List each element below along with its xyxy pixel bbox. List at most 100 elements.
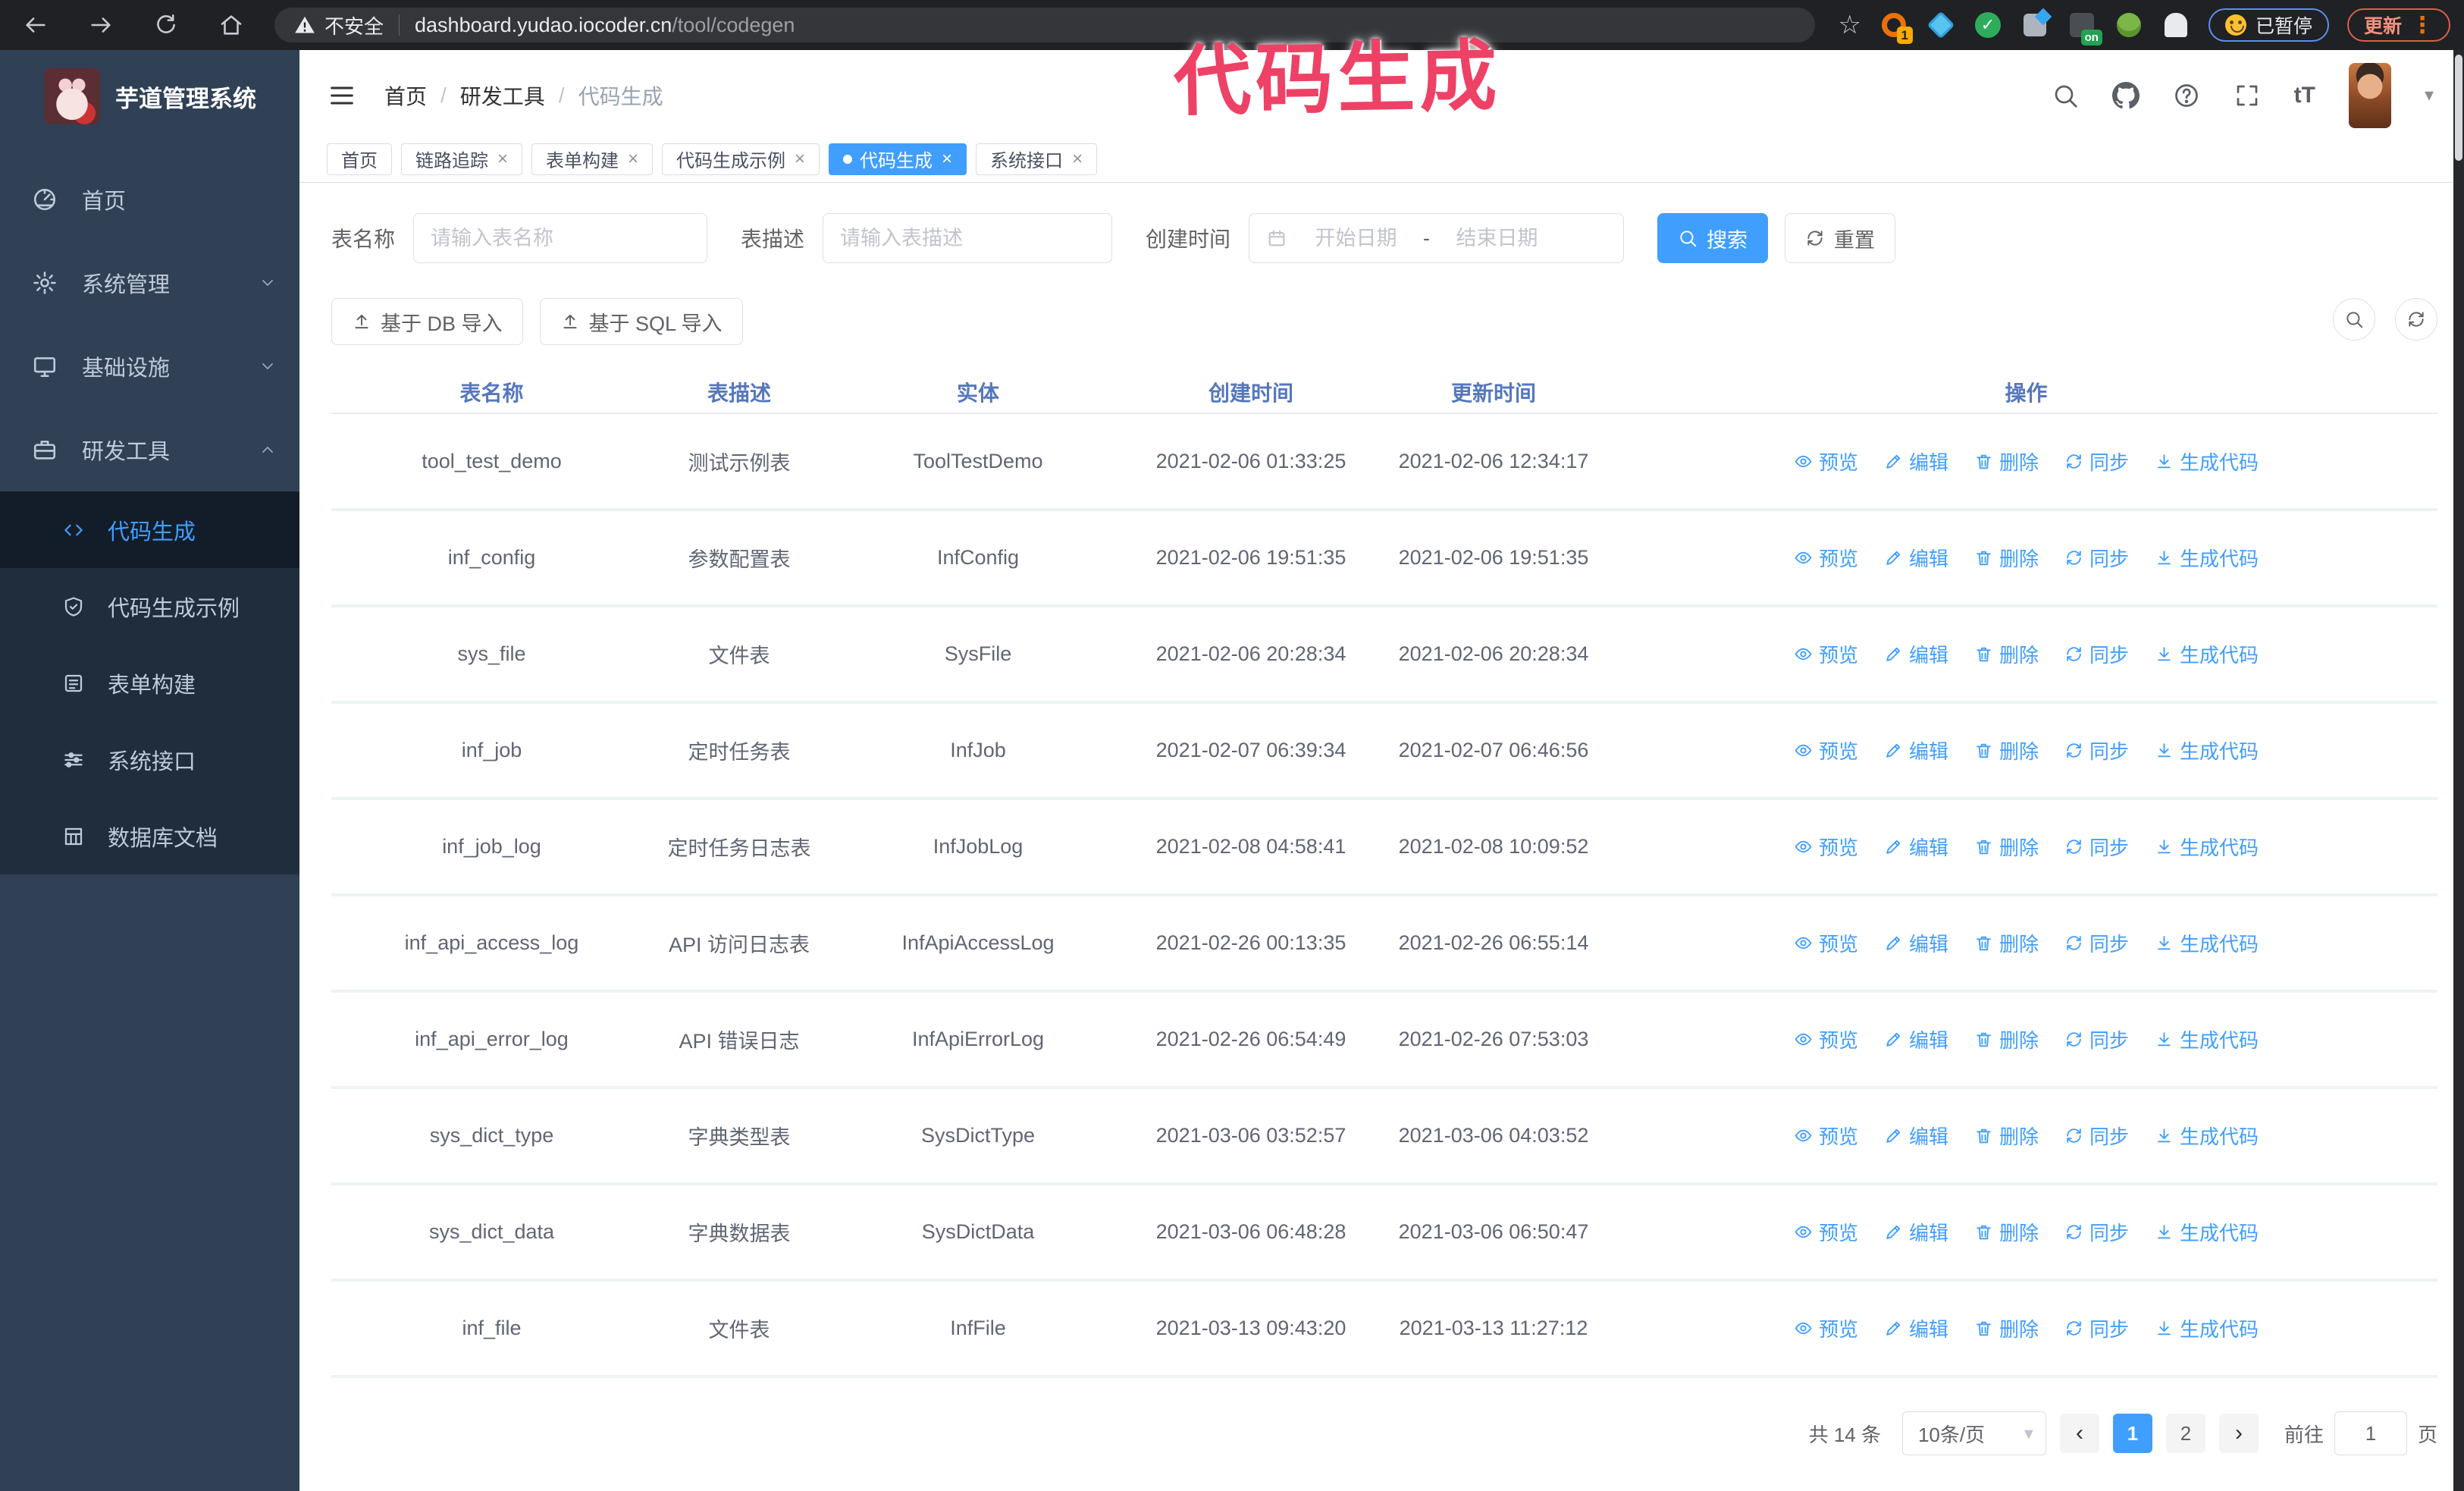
generate-code-link[interactable]: 生成代码 xyxy=(2155,1314,2259,1342)
sidebar-item-system[interactable]: 系统管理 xyxy=(0,241,299,325)
fullscreen-icon[interactable] xyxy=(2234,82,2261,109)
edit-link[interactable]: 编辑 xyxy=(1884,640,1948,668)
paused-badge[interactable]: 已暂停 xyxy=(2208,8,2329,42)
delete-link[interactable]: 删除 xyxy=(1974,929,2039,957)
start-date-input[interactable] xyxy=(1293,226,1419,250)
delete-link[interactable]: 删除 xyxy=(1974,736,2039,764)
generate-code-link[interactable]: 生成代码 xyxy=(2155,1122,2259,1150)
reload-icon[interactable] xyxy=(153,12,179,38)
tab-tracing[interactable]: 链路追踪 × xyxy=(401,143,523,175)
table-desc-input[interactable] xyxy=(823,213,1113,263)
close-icon[interactable]: × xyxy=(497,149,508,168)
close-icon[interactable]: × xyxy=(628,149,638,168)
tab-codegen[interactable]: 代码生成 × xyxy=(829,143,967,175)
refresh-table-button[interactable] xyxy=(2395,298,2437,341)
tab-system-api[interactable]: 系统接口 × xyxy=(976,143,1098,175)
address-bar[interactable]: 不安全 dashboard.yudao.iocoder.cn /tool/cod… xyxy=(274,8,1816,42)
generate-code-link[interactable]: 生成代码 xyxy=(2155,929,2259,957)
breadcrumb-home[interactable]: 首页 xyxy=(384,80,427,111)
help-icon[interactable] xyxy=(2173,82,2200,109)
sidebar-item-home[interactable]: 首页 xyxy=(0,158,299,241)
next-page-button[interactable]: › xyxy=(2218,1414,2259,1453)
sync-link[interactable]: 同步 xyxy=(2064,833,2129,861)
delete-link[interactable]: 删除 xyxy=(1974,1025,2039,1053)
search-button[interactable]: 搜索 xyxy=(1657,213,1769,263)
breadcrumb-devtools[interactable]: 研发工具 xyxy=(460,80,545,111)
sidebar-item-codegen-demo[interactable]: 代码生成示例 xyxy=(0,568,299,645)
close-icon[interactable]: × xyxy=(1072,149,1083,168)
preview-link[interactable]: 预览 xyxy=(1794,929,1858,957)
end-date-input[interactable] xyxy=(1434,226,1560,250)
generate-code-link[interactable]: 生成代码 xyxy=(2155,833,2259,861)
edit-link[interactable]: 编辑 xyxy=(1884,1314,1948,1342)
forward-icon[interactable] xyxy=(88,12,114,38)
close-icon[interactable]: × xyxy=(795,149,805,168)
sync-link[interactable]: 同步 xyxy=(2064,929,2129,957)
generate-code-link[interactable]: 生成代码 xyxy=(2155,544,2259,572)
generate-code-link[interactable]: 生成代码 xyxy=(2155,736,2259,764)
tab-form-builder[interactable]: 表单构建 × xyxy=(531,143,654,175)
sidebar-item-devtools[interactable]: 研发工具 xyxy=(0,408,299,491)
extension-icon-grid[interactable] xyxy=(2020,11,2049,39)
reset-button[interactable]: 重置 xyxy=(1785,213,1896,263)
edit-link[interactable]: 编辑 xyxy=(1884,1218,1948,1246)
font-size-icon[interactable]: tT xyxy=(2294,83,2315,108)
extension-icon-gem[interactable] xyxy=(1926,11,1955,39)
sync-link[interactable]: 同步 xyxy=(2064,544,2129,572)
edit-link[interactable]: 编辑 xyxy=(1884,1122,1948,1150)
edit-link[interactable]: 编辑 xyxy=(1884,833,1948,861)
page-number-1[interactable]: 1 xyxy=(2112,1414,2152,1453)
sidebar-item-db-doc[interactable]: 数据库文档 xyxy=(0,798,299,874)
page-number-2[interactable]: 2 xyxy=(2165,1414,2205,1453)
edit-link[interactable]: 编辑 xyxy=(1884,736,1948,764)
security-label[interactable]: 不安全 xyxy=(324,11,384,39)
sync-link[interactable]: 同步 xyxy=(2064,640,2129,668)
sync-link[interactable]: 同步 xyxy=(2064,1025,2129,1053)
extension-icon-dark[interactable]: on xyxy=(2067,11,2102,46)
generate-code-link[interactable]: 生成代码 xyxy=(2155,1218,2259,1246)
edit-link[interactable]: 编辑 xyxy=(1884,1025,1948,1053)
preview-link[interactable]: 预览 xyxy=(1794,1025,1858,1053)
sync-link[interactable]: 同步 xyxy=(2064,1314,2129,1342)
back-icon[interactable] xyxy=(23,12,49,38)
table-name-input[interactable] xyxy=(413,213,708,263)
prev-page-button[interactable]: ‹ xyxy=(2059,1414,2099,1453)
sync-link[interactable]: 同步 xyxy=(2064,736,2129,764)
extension-icon-ghost[interactable] xyxy=(2161,11,2190,39)
delete-link[interactable]: 删除 xyxy=(1974,833,2039,861)
db-import-button[interactable]: 基于 DB 导入 xyxy=(331,298,523,345)
goto-page-input[interactable] xyxy=(2334,1411,2407,1455)
home-icon[interactable] xyxy=(218,12,244,38)
avatar[interactable] xyxy=(2348,62,2391,128)
sync-link[interactable]: 同步 xyxy=(2064,1218,2129,1246)
delete-link[interactable]: 删除 xyxy=(1974,1218,2039,1246)
page-scrollbar[interactable] xyxy=(2453,50,2464,1491)
preview-link[interactable]: 预览 xyxy=(1794,1218,1858,1246)
preview-link[interactable]: 预览 xyxy=(1794,640,1858,668)
caret-down-icon[interactable]: ▾ xyxy=(2425,84,2434,106)
edit-link[interactable]: 编辑 xyxy=(1884,544,1948,572)
sync-link[interactable]: 同步 xyxy=(2064,1122,2129,1150)
search-icon[interactable] xyxy=(2052,82,2079,109)
preview-link[interactable]: 预览 xyxy=(1794,1314,1858,1342)
extension-icon-orange[interactable]: 1 xyxy=(1879,11,1913,44)
delete-link[interactable]: 删除 xyxy=(1974,1314,2039,1342)
show-search-toggle-button[interactable] xyxy=(2333,298,2375,341)
sql-import-button[interactable]: 基于 SQL 导入 xyxy=(539,298,743,345)
preview-link[interactable]: 预览 xyxy=(1794,1122,1858,1150)
sidebar-item-codegen[interactable]: 代码生成 xyxy=(0,491,299,568)
generate-code-link[interactable]: 生成代码 xyxy=(2155,1025,2259,1053)
sidebar-item-system-api[interactable]: 系统接口 xyxy=(0,721,299,798)
preview-link[interactable]: 预览 xyxy=(1794,833,1858,861)
extension-icon-green[interactable] xyxy=(2114,11,2143,39)
bookmark-star-icon[interactable]: ☆ xyxy=(1838,12,1861,38)
delete-link[interactable]: 删除 xyxy=(1974,544,2039,572)
delete-link[interactable]: 删除 xyxy=(1974,1122,2039,1150)
generate-code-link[interactable]: 生成代码 xyxy=(2155,447,2259,476)
page-size-select[interactable]: 10条/页 ▾ xyxy=(1901,1411,2046,1455)
edit-link[interactable]: 编辑 xyxy=(1884,929,1948,957)
tab-home[interactable]: 首页 xyxy=(327,143,392,175)
preview-link[interactable]: 预览 xyxy=(1794,544,1858,572)
edit-link[interactable]: 编辑 xyxy=(1884,447,1948,476)
github-icon[interactable] xyxy=(2112,82,2140,109)
